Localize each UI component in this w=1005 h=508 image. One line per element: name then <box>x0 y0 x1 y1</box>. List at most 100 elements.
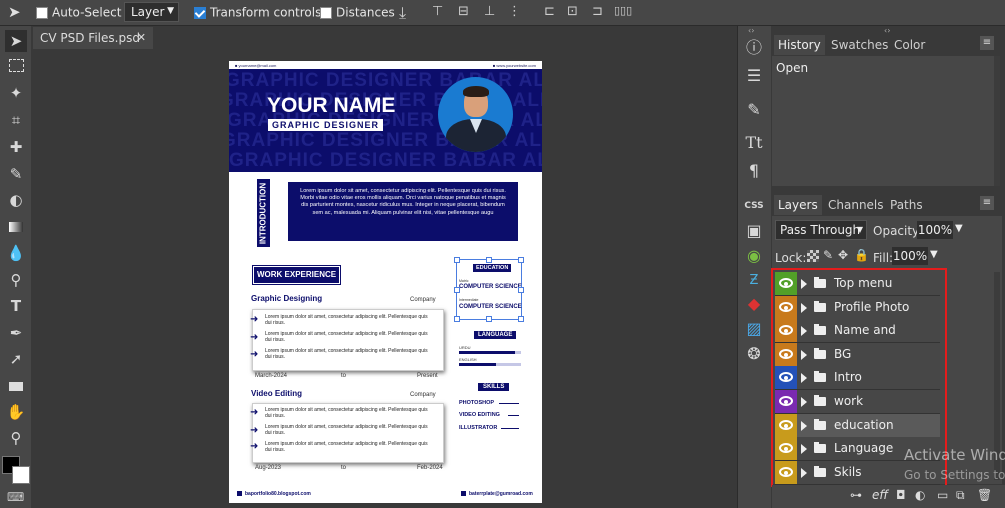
fill-dropdown-icon[interactable]: ▼ <box>930 249 938 260</box>
hand-tool-icon[interactable]: ✋ <box>5 401 27 423</box>
distribute-horizontal-icon[interactable]: ▯▯▯ <box>614 4 632 17</box>
history-scrollbar[interactable] <box>994 56 1000 186</box>
fill-input[interactable]: 100% <box>892 247 928 265</box>
transform-handle[interactable] <box>518 257 524 263</box>
navigator-icon[interactable]: ◉ <box>741 244 767 268</box>
background-color-swatch[interactable] <box>12 466 30 484</box>
align-top-icon[interactable]: ⊤ <box>432 4 443 19</box>
tab-history[interactable]: History <box>774 35 825 55</box>
layers-menu-icon[interactable]: ≡ <box>980 196 994 210</box>
new-layer-icon[interactable]: ⧉ <box>956 488 965 503</box>
history-menu-icon[interactable]: ≡ <box>980 36 994 50</box>
education-degree: COMPUTER SCIENCE <box>459 284 522 290</box>
intro-label-bar: INTRODUCTION <box>257 179 270 247</box>
properties-icon[interactable]: ☰ <box>741 64 767 88</box>
tab-paths[interactable]: Paths <box>890 195 923 215</box>
keyboard-icon[interactable]: ⌨ <box>7 490 24 504</box>
blend-mode-select[interactable]: Pass Through ▼ <box>775 220 867 240</box>
options-bar: ➤ Auto-Select Layer ▼ Transform controls … <box>0 0 1005 26</box>
tab-color[interactable]: Color <box>894 35 925 55</box>
distances-label: Distances <box>336 5 395 20</box>
eraser-tool-icon[interactable]: ◐ <box>5 189 27 211</box>
marquee-tool-icon[interactable] <box>5 56 27 78</box>
arrow-icon: ➜ <box>250 407 259 418</box>
layer-select[interactable]: Layer ▼ <box>124 2 179 22</box>
collapse-icon[interactable]: ‹› <box>748 26 754 35</box>
header-contact-left: ■ yourname@mail.com <box>235 63 277 68</box>
document-tab[interactable]: CV PSD Files.psd ✕ <box>33 27 153 49</box>
job-to: to <box>341 465 347 471</box>
align-center-icon[interactable]: ⊡ <box>567 4 578 19</box>
path-selection-tool-icon[interactable]: ➚ <box>5 348 27 370</box>
shape-tool-icon[interactable] <box>5 375 27 397</box>
move-tool-icon[interactable]: ➤ <box>5 30 27 52</box>
adjustment-icon[interactable]: ◐ <box>915 488 925 502</box>
lock-transparency-icon[interactable] <box>807 250 819 262</box>
zoom-tool-icon[interactable]: ⚲ <box>5 427 27 449</box>
transform-handle[interactable] <box>454 287 460 293</box>
character-icon[interactable]: Tt <box>741 131 767 155</box>
intro-text: Lorem ipsum dolor sit amet, consectetur … <box>300 188 506 216</box>
tab-channels[interactable]: Channels <box>828 195 884 215</box>
tab-swatches[interactable]: Swatches <box>831 35 888 55</box>
align-bottom-icon[interactable]: ⊥ <box>484 4 495 19</box>
transform-handle[interactable] <box>486 257 492 263</box>
transform-handle[interactable] <box>486 316 492 322</box>
opacity-dropdown-icon[interactable]: ▼ <box>955 223 963 234</box>
intro-label: INTRODUCTION <box>258 182 268 245</box>
download-icon[interactable]: ⤓ <box>399 3 406 23</box>
link-icon[interactable]: ⊶ <box>850 488 862 502</box>
paragraph-icon[interactable]: ¶ <box>741 159 767 183</box>
chevron-down-icon: ▼ <box>167 6 174 16</box>
mask-icon[interactable]: ◘ <box>896 488 906 502</box>
type-tool-icon[interactable]: T <box>5 295 27 317</box>
tab-layers[interactable]: Layers <box>774 195 822 215</box>
effects-icon[interactable]: eff <box>872 488 888 502</box>
lock-position-icon[interactable]: ✥ <box>838 248 848 262</box>
folder-icon[interactable]: ▭ <box>937 488 948 502</box>
transform-handle[interactable] <box>454 316 460 322</box>
trash-icon[interactable]: 🗑 <box>977 488 992 502</box>
pen-tool-icon[interactable]: ✒ <box>5 322 27 344</box>
auto-select-checkbox[interactable]: Auto-Select <box>36 5 121 20</box>
canvas-document[interactable]: ■ yourname@mail.com ■ www.yourwebsite.co… <box>229 61 542 503</box>
brush-settings-icon[interactable]: ✎ <box>741 98 767 122</box>
transform-bounding-box[interactable]: EDUCATION Matric COMPUTER SCIENCE Interm… <box>454 257 524 322</box>
healing-tool-icon[interactable]: ✚ <box>5 136 27 158</box>
distribute-vertical-icon[interactable]: ⋮ <box>508 4 521 19</box>
3d-icon[interactable]: ◆ <box>741 292 767 316</box>
opacity-input[interactable]: 100% <box>917 221 953 239</box>
move-tool-icon[interactable]: ➤ <box>8 3 21 21</box>
align-left-icon[interactable]: ⊏ <box>544 4 555 19</box>
close-icon[interactable]: ✕ <box>137 27 146 49</box>
header-bg-text: GRAPHIC DESIGNER BABAR ALI <box>229 150 542 171</box>
image-icon[interactable]: ▣ <box>741 219 767 243</box>
css-icon[interactable]: CSS <box>741 194 767 218</box>
arrow-icon: ➜ <box>250 441 259 452</box>
transform-handle[interactable] <box>518 287 524 293</box>
shapes-icon[interactable]: ❂ <box>741 342 767 366</box>
blur-tool-icon[interactable]: 💧 <box>5 242 27 264</box>
resume-name: YOUR NAME <box>267 94 396 117</box>
dodge-tool-icon[interactable]: ⚲ <box>5 269 27 291</box>
brush-tool-icon[interactable]: ✎ <box>5 163 27 185</box>
tool-presets-icon[interactable]: Ƶ <box>741 269 767 293</box>
magic-wand-tool-icon[interactable]: ✦ <box>5 82 27 104</box>
transform-handle[interactable] <box>454 257 460 263</box>
job-card: ➜ Lorem ipsum dolor sit amet, consectetu… <box>250 403 444 463</box>
layer-select-value: Layer <box>131 5 165 19</box>
transform-controls-checkbox[interactable]: Transform controls <box>194 5 321 20</box>
distances-checkbox[interactable]: Distances <box>320 5 395 20</box>
align-right-icon[interactable]: ⊐ <box>592 4 603 19</box>
history-item[interactable]: Open <box>772 58 994 78</box>
lock-all-icon[interactable]: 🔒 <box>854 248 869 262</box>
align-middle-icon[interactable]: ⊟ <box>458 4 469 19</box>
gradient-tool-icon[interactable] <box>5 216 27 238</box>
crop-tool-icon[interactable]: ⌗ <box>5 109 27 131</box>
resume-title: GRAPHIC DESIGNER <box>268 119 384 131</box>
info-icon[interactable]: ⓘ <box>741 36 767 60</box>
skill-line <box>499 403 519 404</box>
lock-paint-icon[interactable]: ✎ <box>823 248 833 262</box>
transform-handle[interactable] <box>518 316 524 322</box>
libraries-icon[interactable]: ▨ <box>741 317 767 341</box>
